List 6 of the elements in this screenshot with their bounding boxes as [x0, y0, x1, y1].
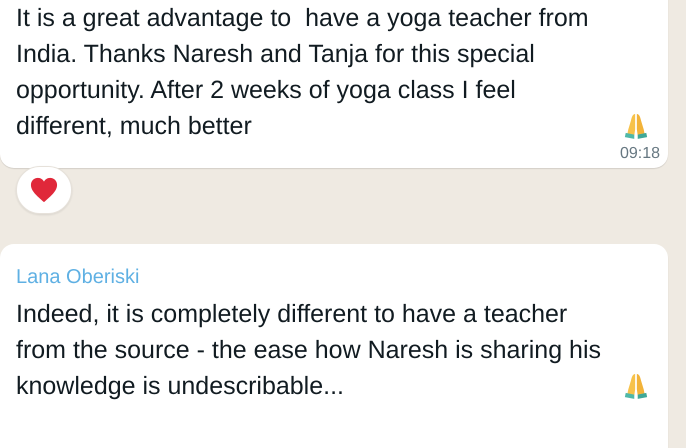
- message-time: 09:18: [620, 144, 660, 164]
- message-text: Indeed, it is completely different to have a teacher from the source - the ease how Naresh is sharing his knowledge is undescribable...: [16, 299, 602, 402]
- message-text: It is a great advantage to have a yoga teacher from India. Thanks Naresh and Tanja for this special opportunity. After 2 weeks of yoga class I feel different, much better: [16, 3, 590, 142]
- sender-name: Lana Oberiski: [16, 265, 140, 290]
- heart-icon: [29, 176, 59, 204]
- reaction-badge[interactable]: [16, 166, 72, 214]
